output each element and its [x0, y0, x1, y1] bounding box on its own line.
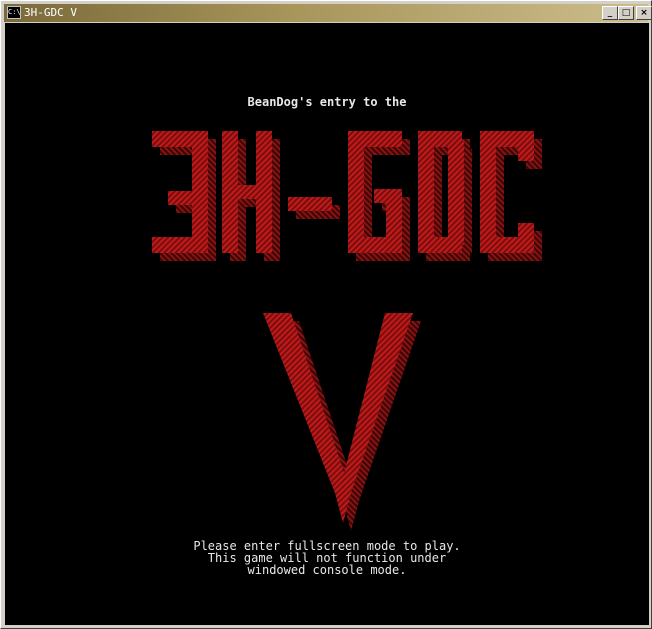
message-line-3: windowed console mode. — [247, 563, 407, 577]
title-bar[interactable]: C:\ 3H-GDC V _ □ × — [4, 4, 652, 22]
banner-char-v — [263, 313, 351, 523]
console-icon[interactable]: C:\ — [7, 6, 21, 19]
banner-char-dash — [288, 197, 332, 211]
minimize-button[interactable]: _ — [602, 6, 618, 20]
banner-char-3 — [152, 131, 208, 147]
banner-art — [152, 131, 542, 531]
window-title: 3H-GDC V — [24, 6, 77, 19]
console-window: C:\ 3H-GDC V _ □ × BeanDog's entry to th… — [0, 0, 652, 629]
banner-char-d — [418, 131, 434, 253]
close-button[interactable]: × — [636, 6, 652, 20]
maximize-button[interactable]: □ — [618, 6, 634, 20]
console-area[interactable]: BeanDog's entry to the Please enter full… — [5, 23, 649, 625]
